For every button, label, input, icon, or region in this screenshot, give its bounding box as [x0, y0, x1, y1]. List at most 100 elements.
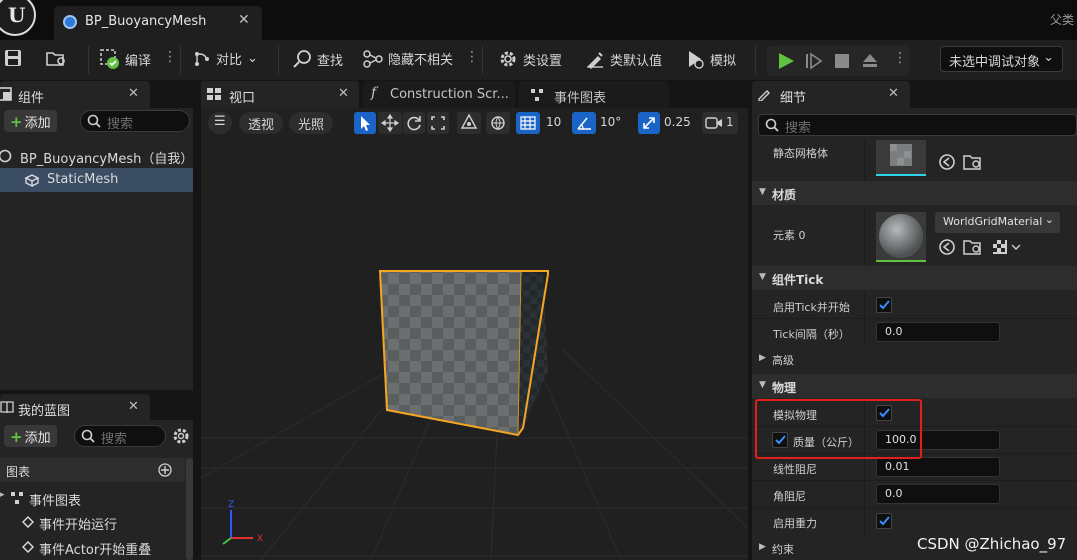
- expand-triangle-icon[interactable]: ▸: [0, 490, 5, 500]
- grid-snap-icon: [520, 116, 536, 130]
- add-member-button[interactable]: + 添加: [4, 425, 57, 447]
- compile-button[interactable]: 编译: [100, 49, 151, 69]
- close-icon[interactable]: ✕: [338, 86, 349, 101]
- advanced-row[interactable]: ▶ 高级: [752, 346, 1077, 372]
- material-select[interactable]: WorldGridMaterial ⌄: [935, 212, 1060, 233]
- camera-speed-button[interactable]: 1: [702, 112, 738, 134]
- use-selected-asset-icon[interactable]: [938, 153, 956, 171]
- add-component-button[interactable]: + 添加: [4, 110, 57, 132]
- tab-viewport[interactable]: 视口 ✕: [201, 81, 359, 108]
- browse-button[interactable]: [46, 49, 68, 67]
- graphs-section-header[interactable]: 图表: [0, 458, 185, 482]
- class-defaults-button[interactable]: 类默认值: [585, 49, 662, 69]
- step-icon[interactable]: [805, 52, 823, 70]
- tab-details[interactable]: 细节 ✕: [752, 81, 910, 108]
- angular-damping-input[interactable]: 0.0: [876, 484, 1000, 504]
- perspective-button[interactable]: 透视: [239, 112, 284, 134]
- add-label: 添加: [24, 431, 51, 446]
- rotation-snap-value[interactable]: 10°: [600, 115, 621, 129]
- simulate-button[interactable]: 模拟: [685, 49, 736, 69]
- expand-triangle-icon: ▶: [759, 542, 766, 552]
- tab-components[interactable]: 组件 ✕: [0, 81, 150, 108]
- compile-ok-icon: [100, 49, 119, 69]
- close-tab-icon[interactable]: ✕: [238, 12, 250, 28]
- materials-header: 材质: [772, 188, 797, 202]
- checker-options-icon[interactable]: [992, 239, 1022, 255]
- enable-gravity-checkbox[interactable]: [876, 513, 892, 529]
- find-label: 查找: [317, 53, 344, 69]
- browse-asset-icon[interactable]: [963, 153, 983, 171]
- list-item-event[interactable]: 事件开始运行: [0, 510, 185, 534]
- close-icon[interactable]: ✕: [128, 399, 139, 414]
- find-button[interactable]: 查找: [292, 49, 343, 69]
- material-thumbnail[interactable]: [876, 212, 926, 262]
- event-graph-tab-title: 事件图表: [554, 91, 607, 106]
- eject-icon[interactable]: [861, 52, 879, 70]
- document-tab[interactable]: BP_BuoyancyMesh ✕: [54, 6, 262, 40]
- static-mesh-thumbnail[interactable]: [876, 140, 926, 176]
- save-button[interactable]: [4, 49, 22, 67]
- tab-my-blueprint[interactable]: 我的蓝图 ✕: [0, 394, 150, 421]
- rotate-mode-button[interactable]: [403, 112, 425, 134]
- constraints-label: 约束: [772, 543, 794, 556]
- viewport[interactable]: Z X: [201, 108, 748, 560]
- rotation-snap-toggle[interactable]: [572, 112, 596, 134]
- debug-object-select[interactable]: 未选中调试对象 ⌄: [940, 46, 1063, 72]
- component-tick-category[interactable]: ▼ 组件Tick: [752, 266, 1077, 290]
- blueprint-icon: [0, 149, 12, 163]
- viewport-menu-button[interactable]: ☰: [208, 112, 232, 134]
- surface-snap-button[interactable]: [457, 112, 481, 134]
- tab-event-graph[interactable]: 事件图表: [519, 81, 669, 108]
- event-item-label: 事件Actor开始重叠: [39, 543, 152, 558]
- search-placeholder: 搜索: [785, 121, 812, 136]
- stop-icon[interactable]: [833, 52, 851, 70]
- close-icon[interactable]: ✕: [128, 86, 139, 101]
- class-settings-button[interactable]: 类设置: [498, 49, 562, 69]
- hamburger-icon: ☰: [214, 114, 226, 129]
- close-icon[interactable]: ✕: [888, 86, 899, 101]
- play-options-icon[interactable]: ⋮: [893, 50, 907, 66]
- play-icon[interactable]: [777, 52, 795, 70]
- tree-item-root[interactable]: BP_BuoyancyMesh（自我）: [0, 144, 193, 168]
- scale-snap-toggle[interactable]: [638, 112, 660, 134]
- physics-category[interactable]: ▼ 物理: [752, 374, 1077, 398]
- select-mode-button[interactable]: [354, 112, 376, 134]
- hide-unrelated-button[interactable]: 隐藏不相关: [363, 49, 453, 68]
- world-local-button[interactable]: [486, 112, 510, 134]
- gear-icon: [500, 51, 516, 67]
- scrollbar[interactable]: [186, 458, 193, 560]
- blueprint-search-input[interactable]: 搜索: [74, 425, 166, 447]
- add-graph-icon[interactable]: [158, 463, 172, 477]
- materials-category[interactable]: ▼ 材质: [752, 181, 1077, 205]
- browse-asset-icon[interactable]: [963, 238, 983, 256]
- settings-gear-icon[interactable]: [172, 427, 190, 445]
- scale-snap-value[interactable]: 0.25: [664, 115, 691, 129]
- lit-button[interactable]: 光照: [289, 112, 334, 134]
- tick-interval-input[interactable]: 0.0: [876, 322, 1000, 342]
- translate-mode-button[interactable]: [378, 112, 402, 134]
- plus-icon: +: [10, 113, 23, 131]
- tab-construction-script[interactable]: f Construction Scr...: [363, 81, 515, 108]
- folder-search-icon: [46, 52, 65, 66]
- collapse-triangle-icon: ▼: [759, 380, 766, 390]
- tree-item-event-graph[interactable]: ▸ 事件图表: [0, 486, 185, 510]
- start-with-tick-label: 启用Tick并开始: [773, 301, 850, 314]
- linear-damping-input[interactable]: 0.01: [876, 457, 1000, 477]
- scale-mode-button[interactable]: [427, 112, 449, 134]
- list-item-event[interactable]: 事件Actor开始重叠: [0, 535, 185, 559]
- start-with-tick-checkbox[interactable]: [876, 297, 892, 313]
- plus-icon: +: [10, 428, 23, 446]
- grid-snap-toggle[interactable]: [516, 112, 540, 134]
- compile-label: 编译: [125, 53, 152, 69]
- hide-options-icon[interactable]: ⋮: [465, 49, 479, 65]
- camera-icon: [705, 117, 722, 129]
- expand-triangle-icon: ▶: [759, 353, 766, 363]
- components-icon: [0, 87, 12, 101]
- grid-snap-value[interactable]: 10: [546, 115, 561, 129]
- tree-item-staticmesh[interactable]: StaticMesh: [0, 168, 193, 192]
- details-search-input[interactable]: 搜索: [758, 114, 1077, 136]
- use-selected-asset-icon[interactable]: [938, 238, 956, 256]
- components-search-input[interactable]: 搜索: [80, 110, 190, 132]
- diff-button[interactable]: 对比 ⌄: [193, 49, 258, 68]
- compile-options-icon[interactable]: ⋮: [163, 49, 177, 65]
